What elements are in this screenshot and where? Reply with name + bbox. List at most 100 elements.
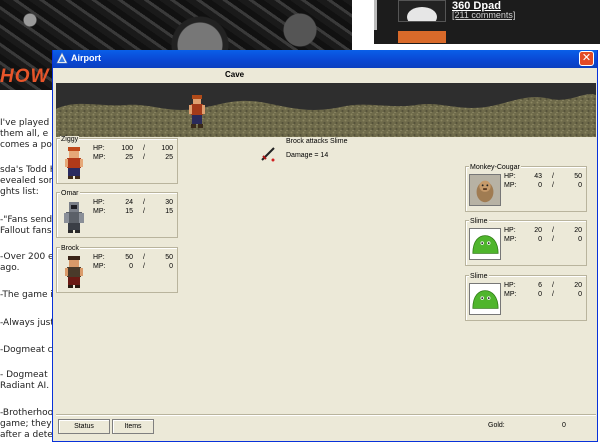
close-button[interactable]: ✕ [579,51,594,66]
background-text-line: evealed some [0,176,54,186]
hp-value: 6 [538,282,542,289]
status-button[interactable]: Status [58,419,110,434]
background-text-line: -The game is [0,290,54,300]
enemy-name: Slime [469,273,489,280]
party-member-name: Brock [60,245,80,252]
slime-portrait-icon [469,228,501,260]
items-button[interactable]: Items [112,419,154,434]
mp-max: 25 [165,154,173,161]
enemy-name: Slime [469,218,489,225]
mp-separator: / [552,182,554,189]
omar-portrait-icon [64,202,84,233]
hp-separator: / [143,199,145,206]
slime-portrait-icon [469,283,501,315]
mp-value: 0 [538,182,542,189]
mp-max: 0 [169,263,173,270]
mp-separator: / [143,154,145,161]
hp-separator: / [552,227,554,234]
enemy-name: Monkey-Cougar [469,164,521,171]
mp-label: MP: [504,182,517,189]
hp-max: 50 [165,254,173,261]
background-text-line: -Brotherhood [0,408,54,418]
mp-separator: / [143,208,145,215]
background-article-thumbnail-2[interactable] [398,31,446,43]
background-text-line: -"Fans send [0,215,53,225]
background-comments-link[interactable]: [211 comments] [452,10,515,20]
hp-value: 100 [121,145,133,152]
mp-max: 0 [578,291,582,298]
enemy-card-monkey-cougar[interactable]: Monkey-Cougar HP: 43 / 50 MP: 0 / 0 [465,164,587,212]
background-text-line: -Dogmeat ca [0,345,54,355]
background-text-line: I've played g [0,118,54,128]
background-article-thumbnail[interactable] [398,0,446,22]
mp-value: 0 [538,291,542,298]
background-text-line: sda's Todd H [0,165,54,175]
background-text-line: after a deter [0,430,54,440]
area-name: Cave [225,70,245,79]
combat-log-message: Brock attacks Slime [286,138,348,145]
hp-label: HP: [93,145,105,152]
enemy-card-slime-2[interactable]: Slime HP: 6 / 20 MP: 0 / 0 [465,273,587,321]
hp-value: 43 [534,173,542,180]
hp-separator: / [143,254,145,261]
hero-sprite [189,95,205,128]
mp-label: MP: [93,263,106,270]
background-text-line: -Always just [0,318,54,328]
hp-value: 50 [125,254,133,261]
mp-label: MP: [504,236,517,243]
mp-value: 15 [125,208,133,215]
hp-label: HP: [504,173,516,180]
mp-separator: / [552,236,554,243]
background-text-line: Radiant AI. [0,381,50,391]
battle-scene [56,83,596,137]
mp-max: 0 [578,182,582,189]
mp-value: 0 [129,263,133,270]
background-text-line: Fallout fans" [0,226,54,236]
party-card-omar[interactable]: Omar HP: 24 / 30 MP: 15 / 15 [56,190,178,238]
combat-log-damage: Damage = 14 [286,152,329,159]
mp-value: 25 [125,154,133,161]
hp-separator: / [552,173,554,180]
cave-terrain [56,94,596,137]
mp-max: 0 [578,236,582,243]
mp-separator: / [552,291,554,298]
window-titlebar[interactable]: Airport ✕ [53,50,597,68]
hp-value: 24 [125,199,133,206]
ziggy-portrait-icon [65,147,83,179]
mp-max: 15 [165,208,173,215]
party-card-ziggy[interactable]: Ziggy HP: 100 / 100 MP: 25 / 25 [56,136,178,184]
gold-value: 0 [562,422,566,429]
background-text-line: game; they [0,419,52,429]
background-text-line: comes a poi [0,140,54,150]
background-article-text: I've played g them all, e comes a poi sda… [0,118,54,442]
mp-label: MP: [93,154,106,161]
hp-max: 100 [161,145,173,152]
mp-label: MP: [504,291,517,298]
background-text-line: -Over 200 e [0,252,54,262]
hp-label: HP: [93,254,105,261]
hp-label: HP: [504,282,516,289]
background-text-line: - Dogmeat [0,370,48,380]
enemy-card-slime-1[interactable]: Slime HP: 20 / 20 MP: 0 / 0 [465,218,587,266]
brock-portrait-icon [65,256,83,288]
game-window: Airport ✕ Cave Ziggy HP: 100 / 100 MP: 2… [52,50,598,442]
hp-max: 30 [165,199,173,206]
hp-label: HP: [504,227,516,234]
hp-separator: / [143,145,145,152]
background-text-line: them all, e [0,129,49,139]
hp-label: HP: [93,199,105,206]
party-card-brock[interactable]: Brock HP: 50 / 50 MP: 0 / 0 [56,245,178,293]
hp-separator: / [552,282,554,289]
party-member-name: Omar [60,190,80,197]
party-member-name: Ziggy [60,136,80,143]
hp-value: 20 [534,227,542,234]
background-text-line: ghts list: [0,187,39,197]
app-icon [56,52,68,64]
monkey-cougar-portrait-icon [469,174,501,206]
hp-max: 20 [574,282,582,289]
mp-value: 0 [538,236,542,243]
mp-label: MP: [93,208,106,215]
window-title: Airport [71,53,101,63]
background-text-line: ago. [0,263,20,273]
mp-separator: / [143,263,145,270]
